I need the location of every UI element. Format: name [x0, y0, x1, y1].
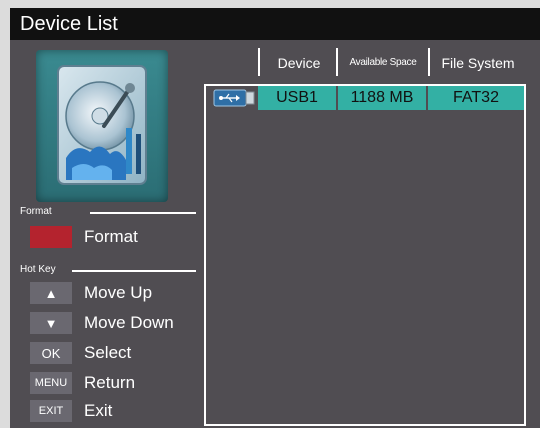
- hotkey-move-down[interactable]: ▼ Move Down: [30, 312, 174, 334]
- column-header-available-space: Available Space: [349, 57, 417, 68]
- file-system-cell: FAT32: [428, 86, 524, 110]
- column-header-device: Device: [277, 55, 321, 71]
- format-divider: [90, 212, 196, 214]
- hotkey-label: Exit: [84, 401, 113, 420]
- menu-key: MENU: [30, 372, 72, 394]
- table-row[interactable]: USB1 1188 MB FAT32: [208, 86, 524, 110]
- format-section-heading: Format: [20, 206, 200, 218]
- ok-key: OK: [30, 342, 72, 364]
- hotkey-move-up[interactable]: ▲ Move Up: [30, 282, 152, 304]
- hotkey-label: Select: [84, 343, 132, 362]
- hotkey-divider: [72, 270, 196, 272]
- hard-drive-illustration: [36, 50, 168, 202]
- format-legend[interactable]: Format: [30, 226, 138, 248]
- red-format-key: [30, 226, 72, 248]
- down-arrow-icon: ▼: [30, 312, 72, 334]
- hotkey-label: Move Up: [84, 283, 153, 302]
- hotkey-label: Move Down: [84, 313, 174, 332]
- hotkey-select[interactable]: OK Select: [30, 342, 131, 364]
- available-space-cell: 1188 MB: [338, 86, 428, 110]
- device-name-cell: USB1: [258, 86, 338, 110]
- hotkey-section-heading: Hot Key: [20, 264, 200, 276]
- hotkey-label: Return: [84, 373, 136, 392]
- hard-drive-icon: [57, 65, 147, 185]
- hotkey-exit[interactable]: EXIT Exit: [30, 400, 112, 422]
- hotkey-return[interactable]: MENU Return: [30, 372, 135, 394]
- column-header-file-system: File System: [441, 55, 515, 71]
- device-table: [204, 84, 526, 426]
- window-title: Device List: [10, 8, 540, 40]
- format-label: Format: [84, 227, 138, 246]
- exit-key: EXIT: [30, 400, 72, 422]
- device-list-screen: Device List Format Format Hot Key ▲ Move…: [10, 8, 540, 428]
- up-arrow-icon: ▲: [30, 282, 72, 304]
- usb-drive-icon: [208, 86, 258, 110]
